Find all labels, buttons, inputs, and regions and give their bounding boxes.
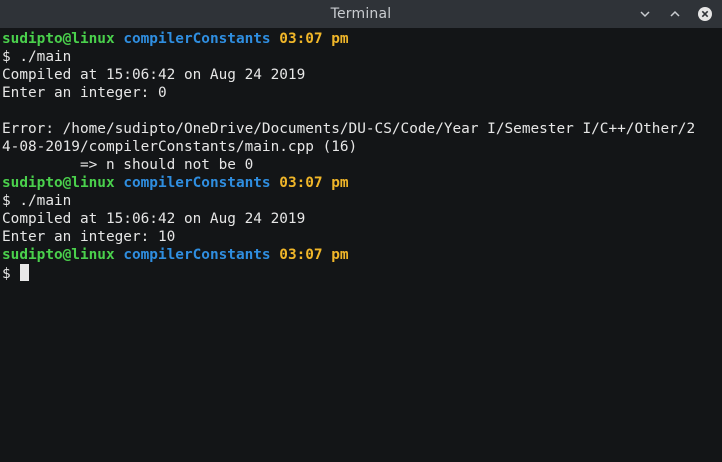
prompt-directory: compilerConstants: [123, 175, 271, 191]
input-line: $: [2, 264, 722, 282]
prompt-symbol: $: [2, 266, 11, 282]
output-line: 4-08-2019/compilerConstants/main.cpp (16…: [2, 139, 358, 155]
maximize-icon[interactable]: [666, 5, 684, 23]
minimize-icon[interactable]: [636, 5, 654, 23]
output-line: Enter an integer: 10: [2, 229, 176, 245]
prompt-user: sudipto@linux: [2, 175, 115, 191]
prompt-time: 03:07 pm: [279, 247, 349, 263]
output-line: $ ./main: [2, 193, 72, 209]
output-line: Error: /home/sudipto/OneDrive/Documents/…: [2, 121, 696, 137]
close-icon[interactable]: [696, 5, 714, 23]
prompt-time: 03:07 pm: [279, 175, 349, 191]
window-controls: [636, 0, 714, 28]
output-line: Enter an integer: 0: [2, 85, 167, 101]
terminal-window: Terminal sudipto@linux compilerConstants…: [0, 0, 722, 462]
prompt-user: sudipto@linux: [2, 247, 115, 263]
output-line: Compiled at 15:06:42 on Aug 24 2019: [2, 211, 306, 227]
prompt-directory: compilerConstants: [123, 31, 271, 47]
prompt-line: sudipto@linux compilerConstants 03:07 pm: [2, 174, 722, 192]
terminal-output[interactable]: sudipto@linux compilerConstants 03:07 pm…: [0, 28, 722, 462]
output-line: => n should not be 0: [2, 157, 254, 173]
output-line: Compiled at 15:06:42 on Aug 24 2019: [2, 67, 306, 83]
prompt-user: sudipto@linux: [2, 31, 115, 47]
output-line: $ ./main: [2, 49, 72, 65]
prompt-time: 03:07 pm: [279, 31, 349, 47]
prompt-directory: compilerConstants: [123, 247, 271, 263]
prompt-line: sudipto@linux compilerConstants 03:07 pm: [2, 30, 722, 48]
text-cursor: [19, 264, 29, 281]
window-title: Terminal: [330, 6, 392, 22]
title-bar[interactable]: Terminal: [0, 0, 722, 28]
prompt-line: sudipto@linux compilerConstants 03:07 pm: [2, 246, 722, 264]
